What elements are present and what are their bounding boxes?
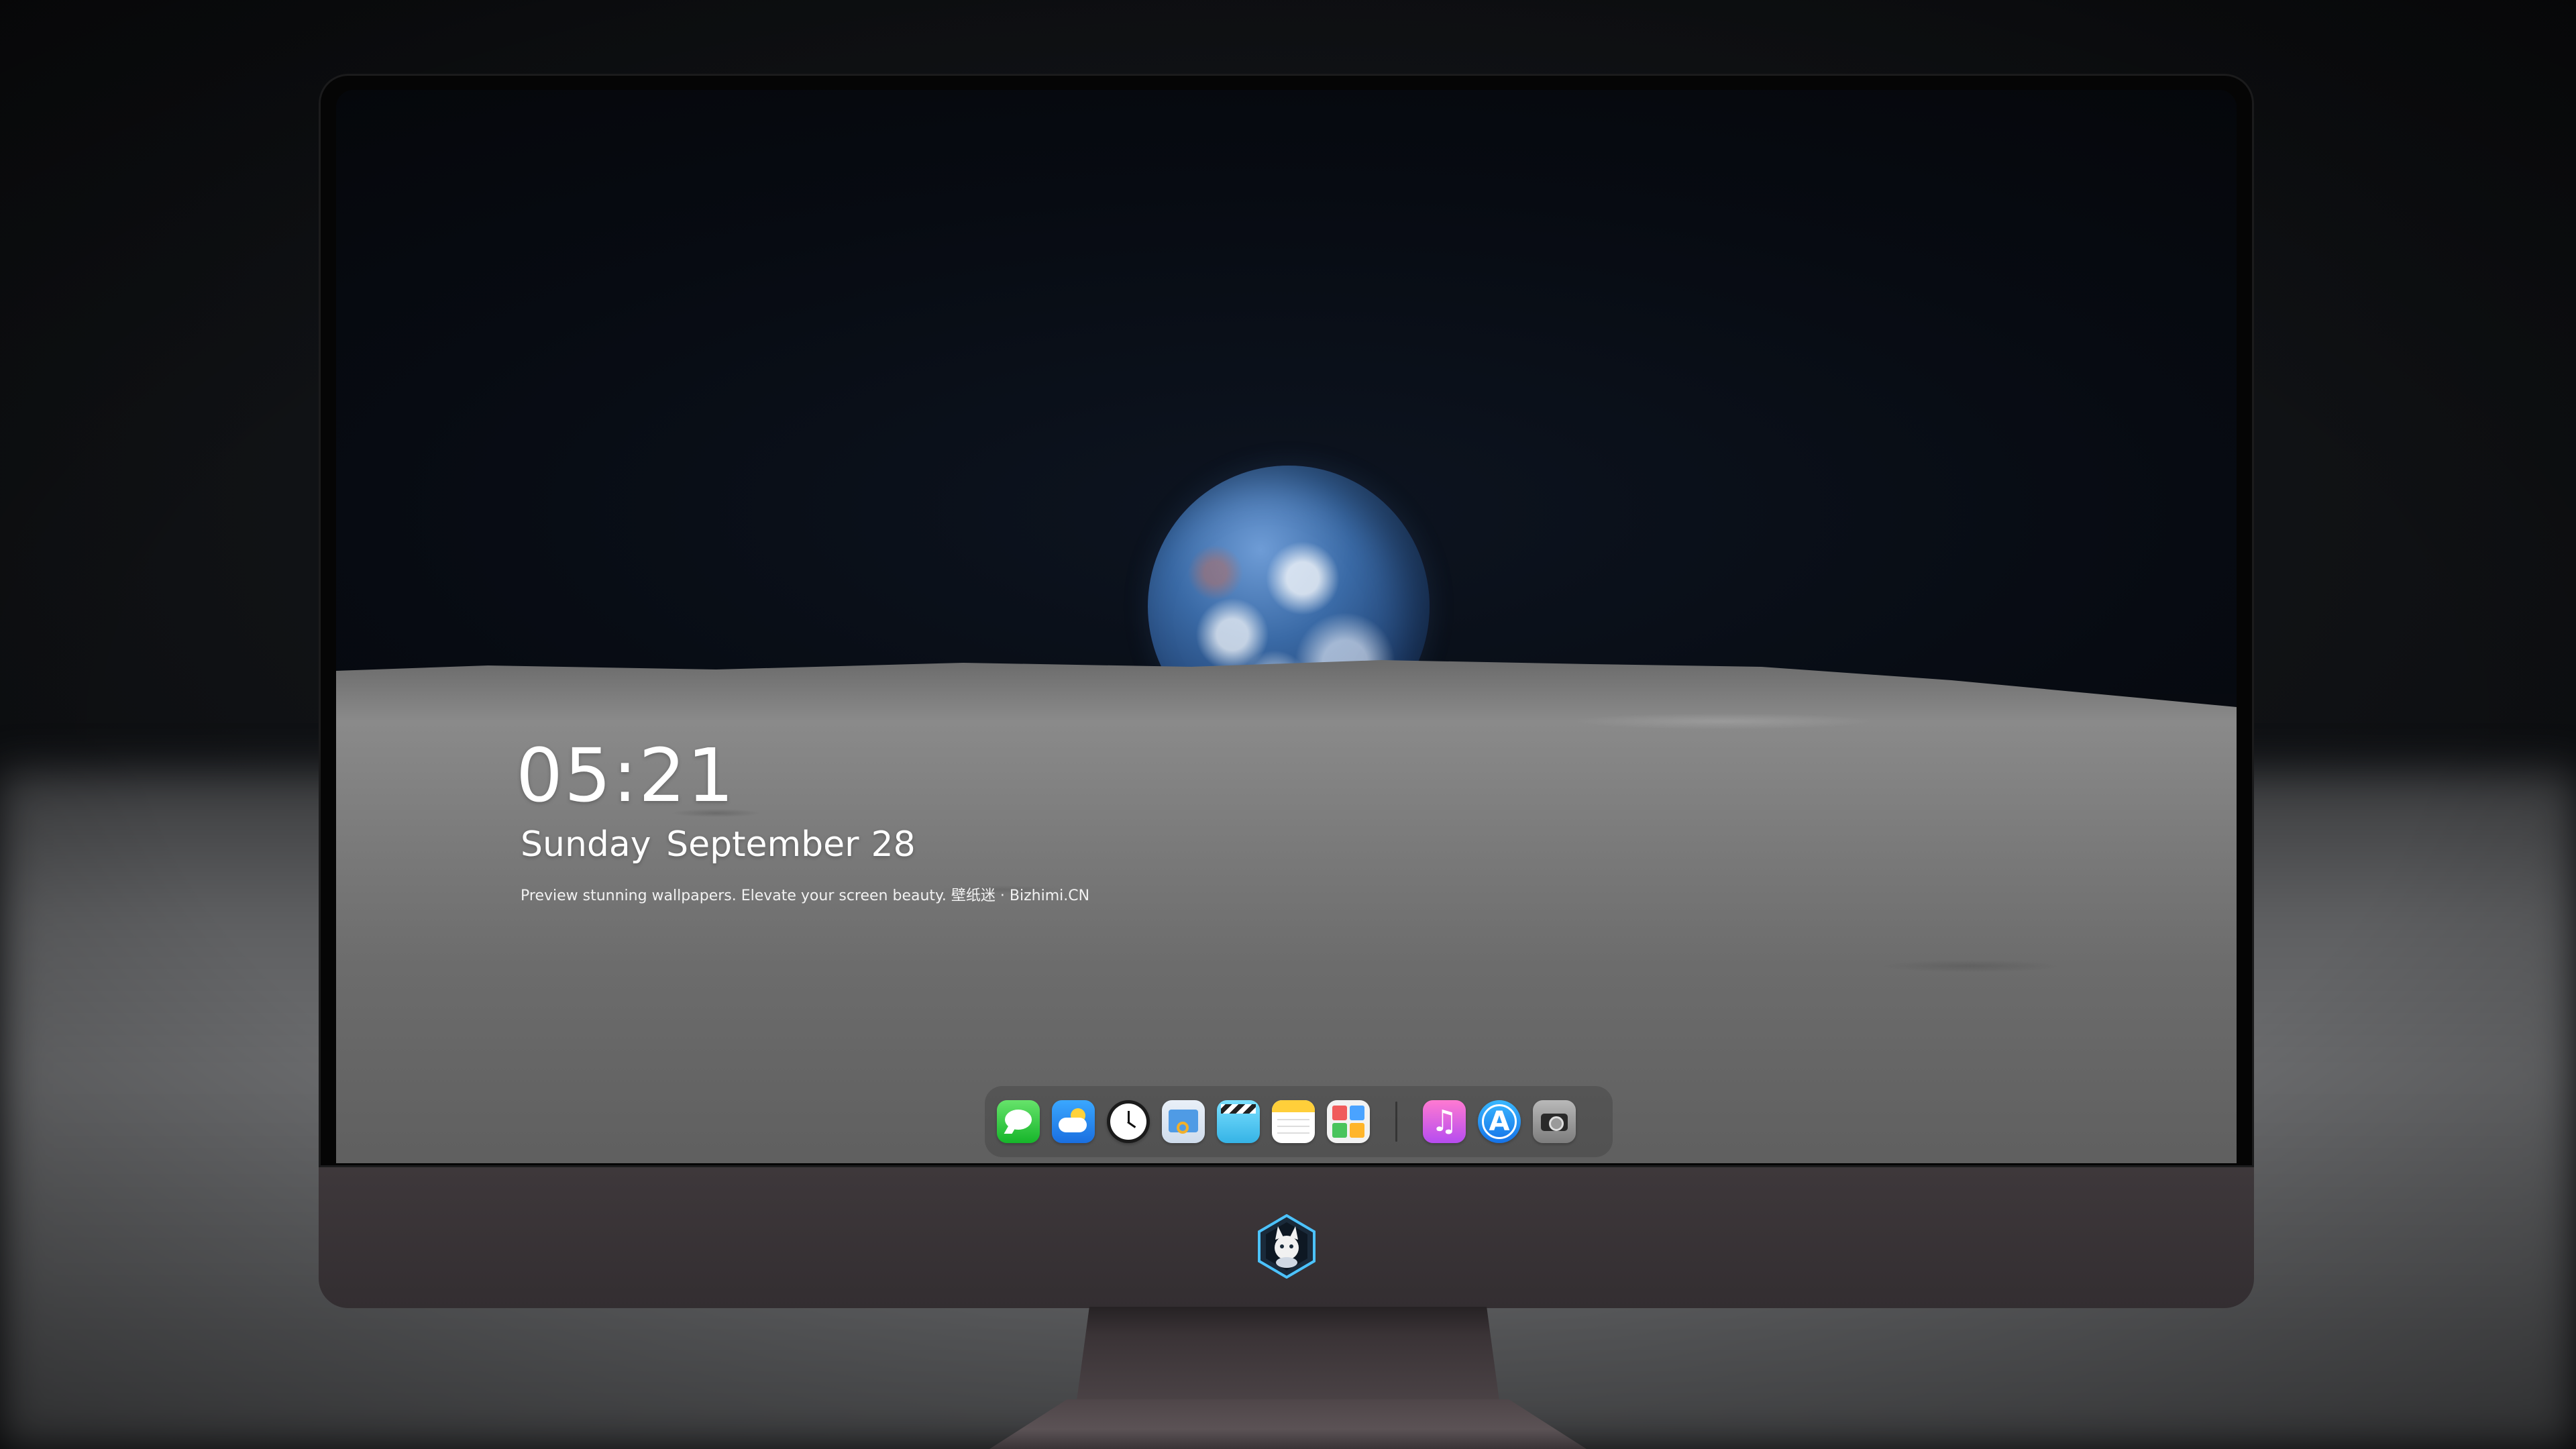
wallpaper-caption: Preview stunning wallpapers. Elevate you… xyxy=(521,888,1090,904)
camera-icon[interactable] xyxy=(1533,1100,1576,1143)
calculator-icon[interactable] xyxy=(1327,1100,1370,1143)
dock-separator xyxy=(1395,1102,1397,1142)
lock-screen-date: Sunday September 28 xyxy=(521,824,916,865)
monitor-bezel: 05:21 Sunday September 28 Preview stunnin… xyxy=(319,74,2254,1167)
monitor-stand-base xyxy=(989,1399,1587,1449)
clips-icon[interactable] xyxy=(1217,1100,1260,1143)
weather-icon[interactable] xyxy=(1052,1100,1095,1143)
fox-mascot-logo xyxy=(1258,1214,1316,1279)
dock xyxy=(985,1086,1613,1157)
lock-screen-month: September xyxy=(666,824,859,865)
clock-icon[interactable] xyxy=(1107,1100,1150,1143)
monitor-stand-neck xyxy=(1077,1307,1499,1401)
lock-screen-weekday: Sunday xyxy=(521,824,651,865)
lock-screen-time: 05:21 xyxy=(516,733,736,818)
monitor: 05:21 Sunday September 28 Preview stunnin… xyxy=(319,74,2254,1308)
music-icon[interactable] xyxy=(1423,1100,1466,1143)
messages-icon[interactable] xyxy=(997,1100,1040,1143)
monitor-chin xyxy=(319,1167,2254,1308)
lock-screen-day: 28 xyxy=(871,824,916,865)
desktop-screen: 05:21 Sunday September 28 Preview stunnin… xyxy=(336,90,2237,1163)
app-store-icon[interactable] xyxy=(1478,1100,1521,1143)
notes-icon[interactable] xyxy=(1272,1100,1315,1143)
preview-icon[interactable] xyxy=(1162,1100,1205,1143)
